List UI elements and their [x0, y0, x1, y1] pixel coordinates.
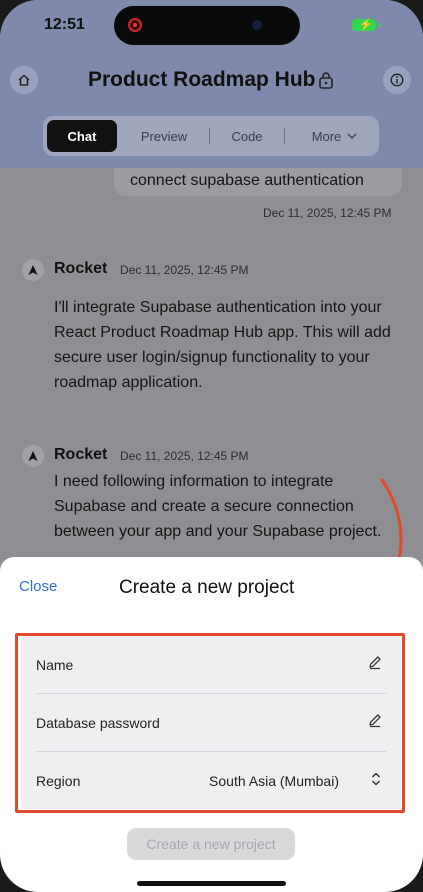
message-text: I'll integrate Supabase authentication i… — [54, 299, 391, 391]
phone-screen: 12:51 ⚡ Product Roadmap Hub Chat Preview… — [0, 0, 423, 892]
rocket-icon — [28, 451, 38, 461]
user-message-time: Dec 11, 2025, 12:45 PM — [263, 206, 392, 220]
create-project-button[interactable]: Create a new project — [127, 828, 295, 860]
close-button[interactable]: Close — [19, 578, 57, 595]
rocket-avatar — [22, 445, 44, 467]
home-indicator[interactable] — [137, 881, 286, 886]
lock-icon — [318, 71, 334, 94]
tab-divider — [284, 128, 285, 144]
info-button[interactable] — [383, 66, 411, 94]
battery-icon: ⚡ — [352, 19, 380, 31]
tab-more-label: More — [311, 128, 342, 144]
tab-preview[interactable]: Preview — [127, 120, 201, 152]
rocket-avatar — [22, 259, 44, 281]
tab-divider — [209, 128, 210, 144]
home-icon — [18, 74, 30, 86]
tab-more[interactable]: More — [295, 120, 375, 152]
rocket-icon — [28, 265, 38, 275]
status-time: 12:51 — [44, 16, 85, 33]
page-title: Product Roadmap Hub — [88, 68, 316, 91]
home-button[interactable] — [10, 66, 38, 94]
message-sender: Rocket — [54, 260, 108, 277]
message-sender: Rocket — [54, 446, 108, 463]
dynamic-island — [114, 6, 300, 45]
tab-chat[interactable]: Chat — [47, 120, 117, 152]
message-time: Dec 11, 2025, 12:45 PM — [120, 263, 249, 277]
tab-code[interactable]: Code — [217, 120, 277, 152]
message-text: I need following information to integrat… — [54, 473, 382, 540]
camera-icon — [252, 20, 262, 30]
annotation-highlight-box — [15, 633, 405, 813]
recording-icon — [128, 18, 142, 32]
app-header: 12:51 ⚡ Product Roadmap Hub Chat Preview… — [0, 0, 423, 168]
chevron-down-icon — [347, 133, 357, 139]
sheet-title: Create a new project — [119, 577, 295, 598]
message-time: Dec 11, 2025, 12:45 PM — [120, 449, 249, 463]
info-icon — [390, 73, 404, 87]
tab-bar: Chat Preview Code More — [43, 116, 379, 156]
user-message-text: connect supabase authentication — [130, 172, 364, 189]
